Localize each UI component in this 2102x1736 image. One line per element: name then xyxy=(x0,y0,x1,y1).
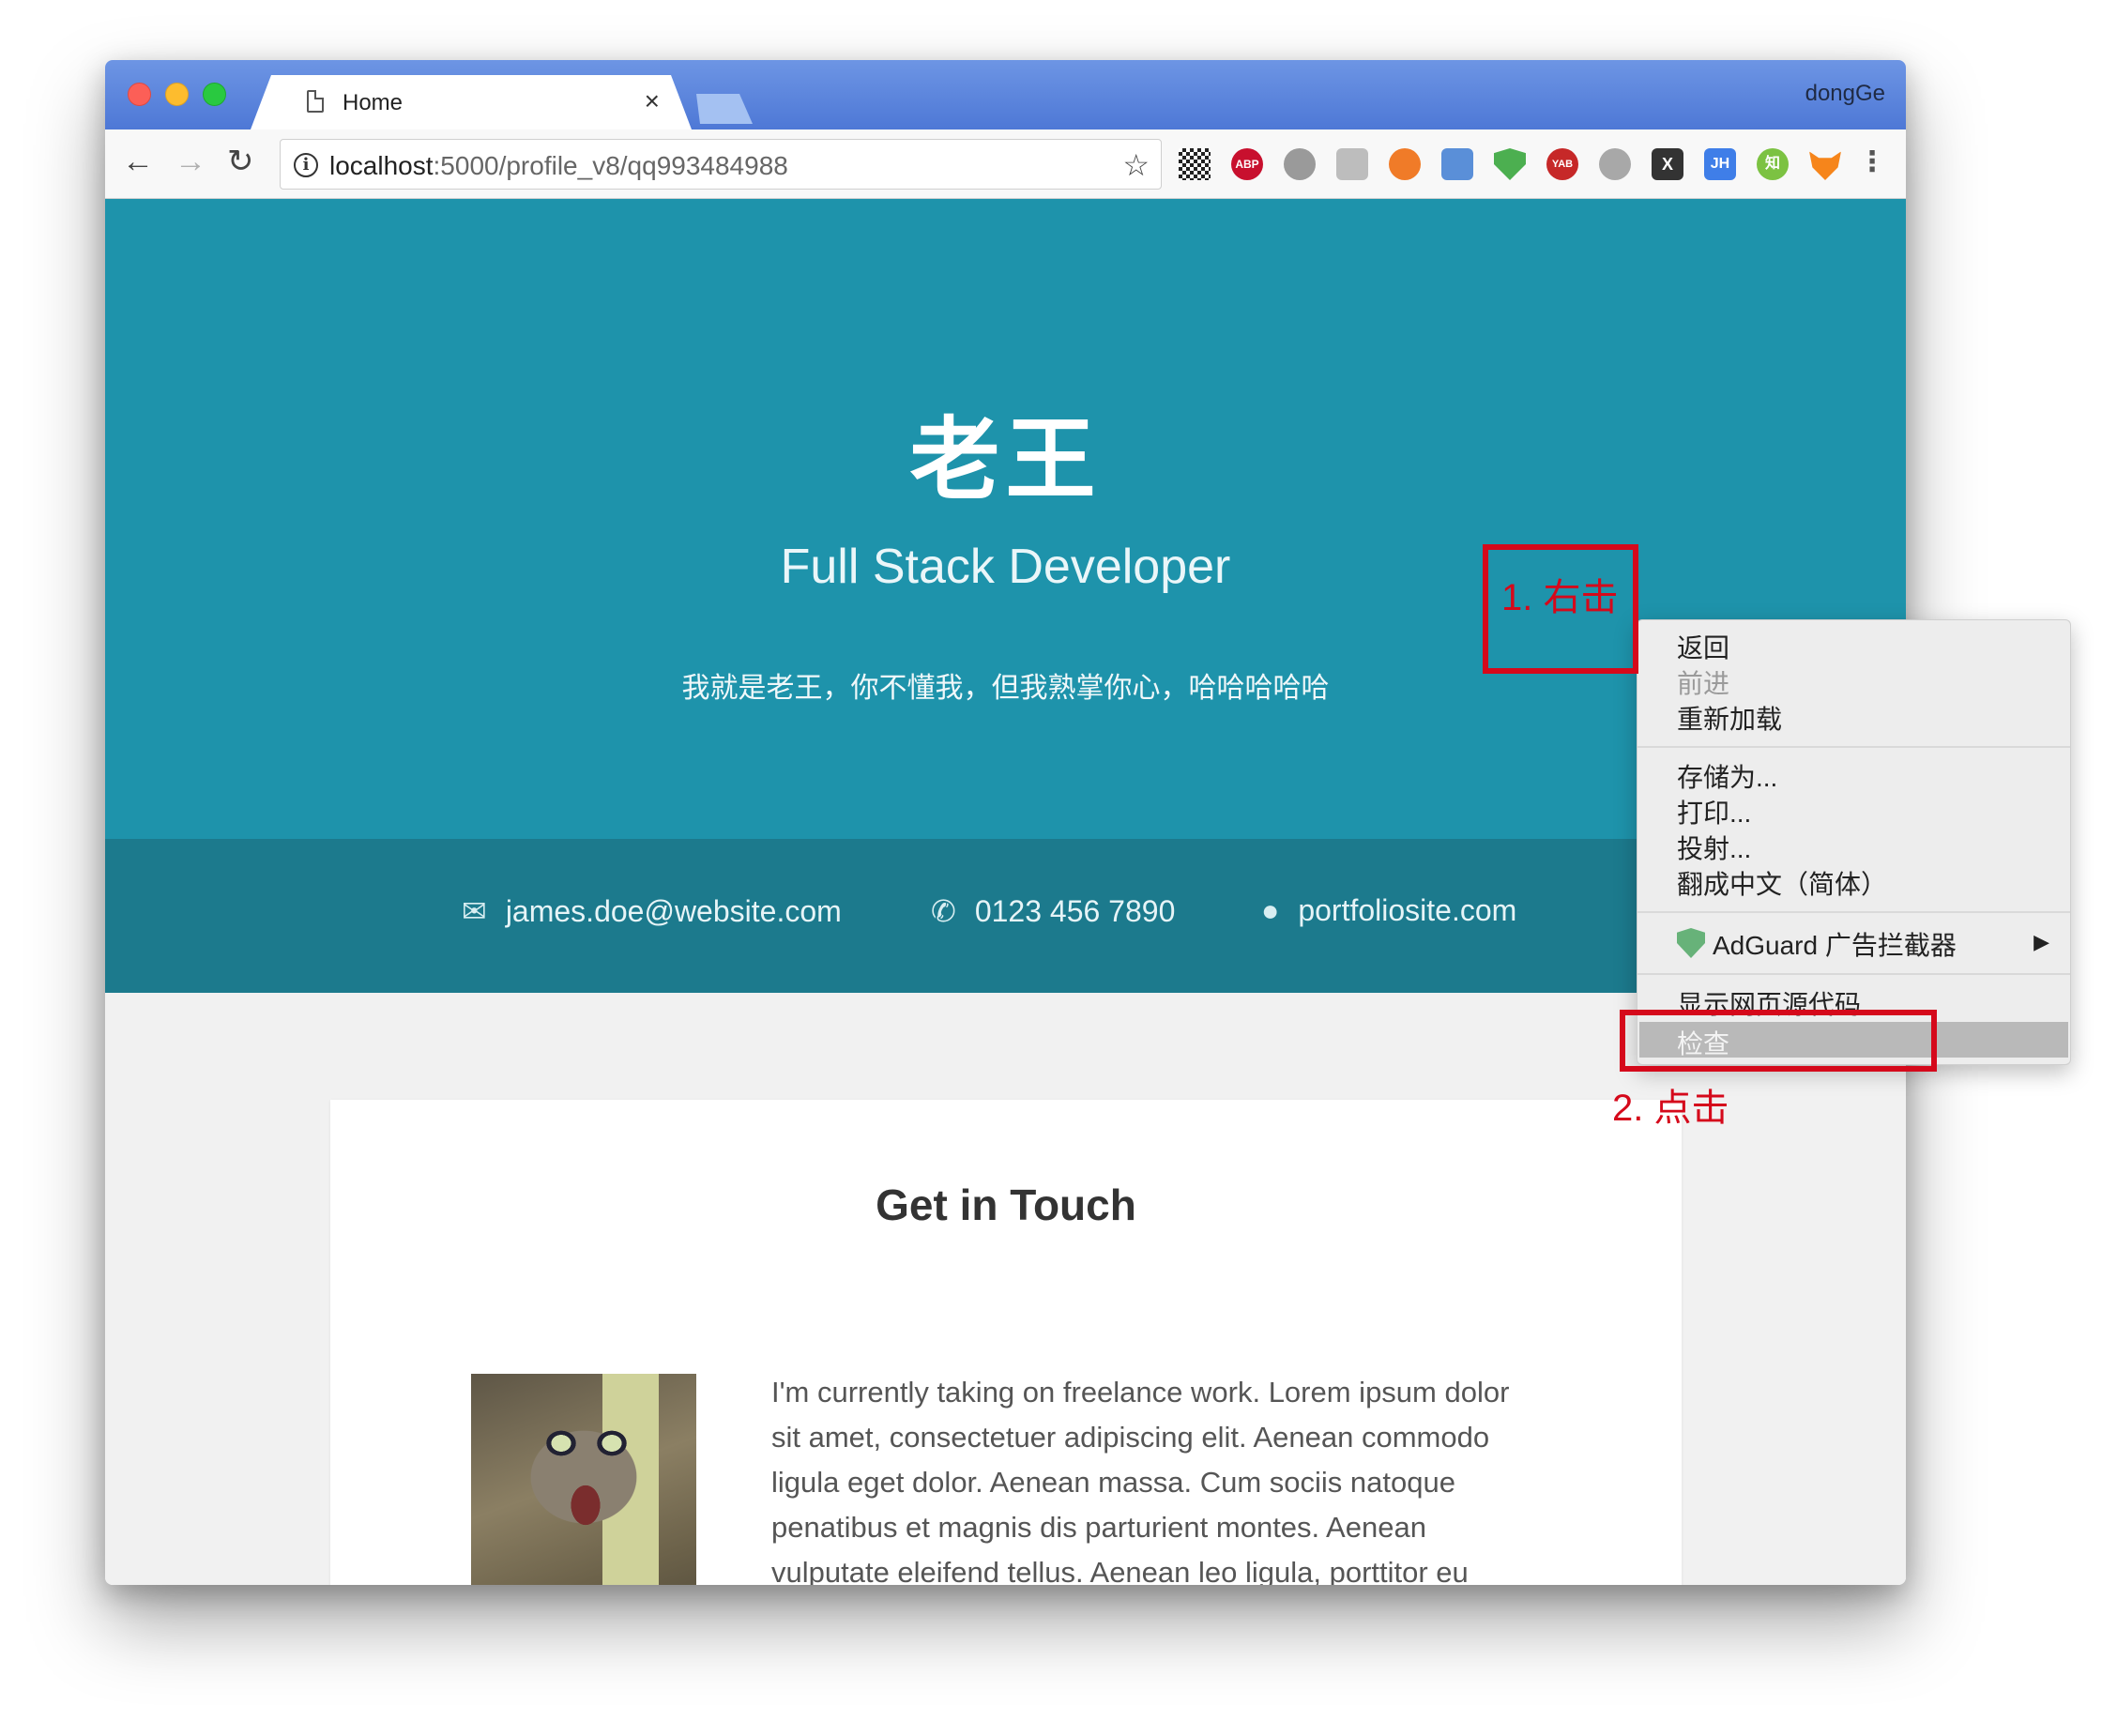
annotation-box-inspect xyxy=(1620,1010,1937,1072)
envelope-icon: ✉ xyxy=(462,894,487,928)
tab-home[interactable]: Home × xyxy=(251,75,692,129)
zhihu-extension-icon[interactable]: 知 xyxy=(1757,148,1789,180)
profile-name-heading: 老王 xyxy=(909,410,1102,510)
url-path: :5000/profile_v8/qq993484988 xyxy=(433,151,788,180)
globe-icon: ● xyxy=(1261,893,1280,927)
translate-extension-icon[interactable] xyxy=(1441,148,1473,180)
submenu-arrow-icon: ▶ xyxy=(2033,930,2049,953)
url-text[interactable]: localhost:5000/profile_v8/qq993484988 xyxy=(329,151,788,181)
adguard-shield-icon xyxy=(1677,928,1705,958)
metamask-fox-icon[interactable] xyxy=(1809,151,1841,180)
x-extension-icon[interactable]: X xyxy=(1652,148,1683,180)
contact-email[interactable]: ✉ james.doe@website.com xyxy=(462,893,842,929)
card-body-text: I'm currently taking on freelance work. … xyxy=(771,1376,1510,1585)
url-host: localhost xyxy=(329,151,434,180)
reload-button[interactable]: ↻ xyxy=(227,143,254,180)
lifebuoy-extension-icon[interactable] xyxy=(1389,148,1421,180)
adblock-plus-extension-icon[interactable]: ABP xyxy=(1231,148,1263,180)
contact-website[interactable]: ● portfoliosite.com xyxy=(1261,893,1516,928)
website-text: portfoliosite.com xyxy=(1298,893,1517,927)
profile-name[interactable]: dongGe xyxy=(1805,81,1885,107)
get-in-touch-card: Get in Touch I'm currently taking on fre… xyxy=(330,1100,1682,1585)
jh-extension-icon[interactable]: JH xyxy=(1704,148,1736,180)
card-heading: Get in Touch xyxy=(876,1180,1136,1229)
menu-item-translate[interactable]: 翻成中文（简体） xyxy=(1677,864,1887,902)
bookmark-star-icon[interactable]: ☆ xyxy=(1122,147,1150,183)
menu-item-forward[interactable]: 前进 xyxy=(1677,663,1729,701)
forward-button[interactable]: → xyxy=(175,143,206,180)
annotation-step1: 1. 右击 xyxy=(1501,577,1619,618)
menu-item-adguard[interactable]: AdGuard 广告拦截器 xyxy=(1677,925,1957,963)
contact-phone[interactable]: ✆ 0123 456 7890 xyxy=(931,893,1175,929)
menu-item-print[interactable]: 打印... xyxy=(1677,793,1751,830)
page-icon xyxy=(307,90,324,113)
menu-separator xyxy=(1637,911,2070,913)
cat-photo xyxy=(471,1374,696,1585)
sphere-extension-icon[interactable] xyxy=(1599,148,1631,180)
rp-extension-icon[interactable] xyxy=(1336,148,1368,180)
menu-separator xyxy=(1637,746,2070,748)
title-bar: Home × dongGe xyxy=(105,60,1906,129)
adguard-label: AdGuard 广告拦截器 xyxy=(1713,931,1957,960)
menu-item-cast[interactable]: 投射... xyxy=(1677,829,1751,866)
globe-extension-icon[interactable] xyxy=(1284,148,1316,180)
phone-text: 0123 456 7890 xyxy=(974,894,1176,928)
browser-toolbar: ← → ↻ i localhost:5000/profile_v8/qq9934… xyxy=(105,129,1906,199)
new-tab-button[interactable] xyxy=(687,94,753,124)
minimize-window-button[interactable] xyxy=(165,83,189,106)
menu-item-back[interactable]: 返回 xyxy=(1677,628,1729,665)
address-bar[interactable]: i localhost:5000/profile_v8/qq993484988 … xyxy=(280,139,1162,190)
back-button[interactable]: ← xyxy=(122,143,154,180)
phone-icon: ✆ xyxy=(931,894,956,928)
email-text: james.doe@website.com xyxy=(505,894,842,928)
maximize-window-button[interactable] xyxy=(203,83,226,106)
qr-code-extension-icon[interactable] xyxy=(1179,148,1211,180)
menu-item-save-as[interactable]: 存储为... xyxy=(1677,757,1777,795)
menu-separator xyxy=(1637,973,2070,975)
tab-title: Home xyxy=(343,90,404,115)
tab-close-icon[interactable]: × xyxy=(645,86,660,116)
yab-extension-icon[interactable]: YAB xyxy=(1546,148,1578,180)
close-window-button[interactable] xyxy=(128,83,151,106)
info-icon[interactable]: i xyxy=(294,153,318,177)
context-menu: 返回 前进 重新加载 存储为... 打印... 投射... 翻成中文（简体） A… xyxy=(1637,619,2071,1065)
menu-item-reload[interactable]: 重新加载 xyxy=(1677,699,1782,737)
menu-dots-icon[interactable]: ⋮ xyxy=(1858,148,1886,180)
annotation-step2: 2. 点击 xyxy=(1612,1088,1729,1129)
adguard-extension-icon[interactable] xyxy=(1494,148,1526,180)
